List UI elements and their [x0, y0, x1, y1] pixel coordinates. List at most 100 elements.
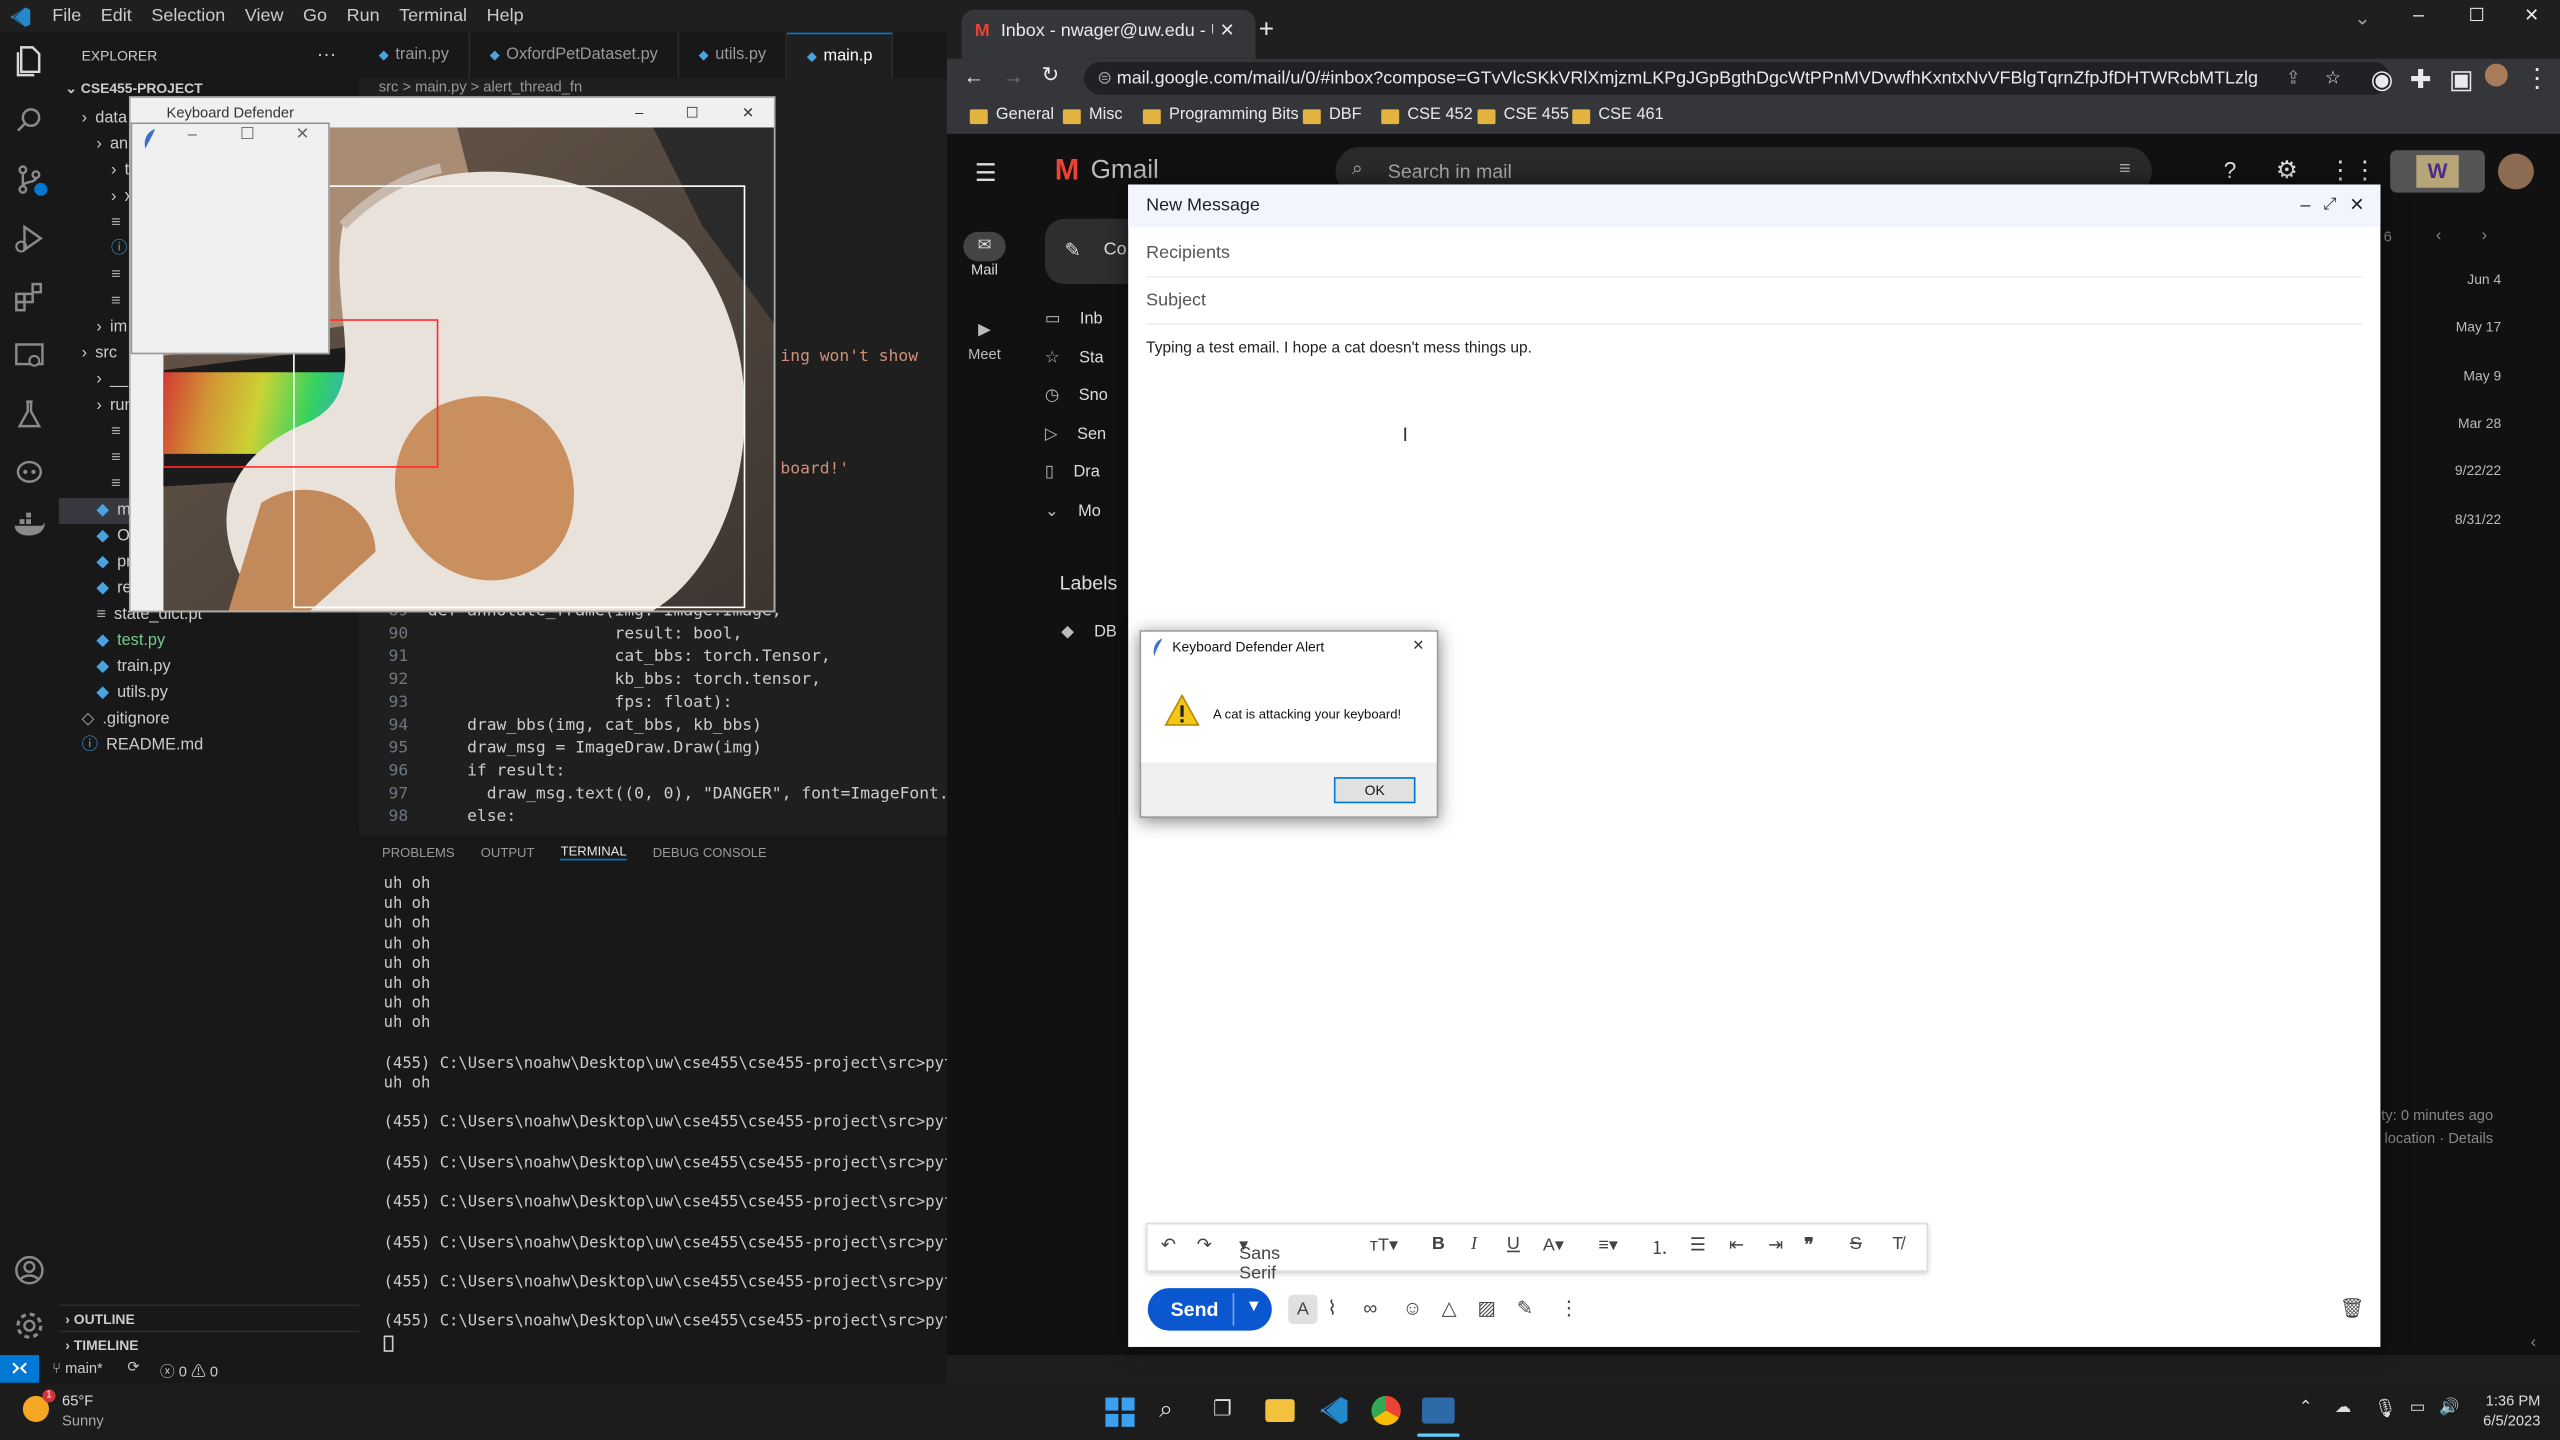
tab-close-icon[interactable]: ✕: [1220, 10, 1235, 52]
more-actions-icon[interactable]: ···: [317, 42, 337, 65]
extensions-puzzle-icon[interactable]: ✚: [2410, 64, 2432, 97]
email-date[interactable]: May 9: [2463, 367, 2501, 383]
menu-item[interactable]: Run: [337, 7, 390, 27]
file-explorer-icon[interactable]: [1265, 1399, 1295, 1423]
taskbar-search-icon[interactable]: ⌕: [1159, 1396, 1173, 1424]
problems-indicator[interactable]: ⓧ 0 ⚠ 0: [160, 1360, 218, 1381]
gmail-settings-icon[interactable]: ⚙: [2276, 155, 2298, 185]
menu-item[interactable]: Terminal: [389, 7, 476, 27]
clock-date[interactable]: 6/5/2023: [2462, 1412, 2540, 1428]
microphone-icon[interactable]: 🎙: [2374, 1398, 2397, 1419]
help-icon[interactable]: ?: [2224, 157, 2237, 183]
volume-icon[interactable]: 🔊: [2439, 1399, 2459, 1417]
bookmark-folder[interactable]: DBF: [1302, 103, 1362, 129]
menu-item[interactable]: File: [42, 7, 91, 27]
sync-icon[interactable]: ⟳: [127, 1358, 139, 1376]
editor-tab[interactable]: ◆ train.py: [359, 32, 471, 79]
python-app-taskbar-icon[interactable]: [1422, 1397, 1455, 1424]
insert-link-icon[interactable]: ∞: [1363, 1296, 1377, 1319]
breadcrumb[interactable]: src > main.py > alert_thread_fn: [379, 78, 582, 94]
tk-root-window[interactable]: – ☐ ✕: [130, 122, 330, 355]
branch-indicator[interactable]: ⑂ main*: [52, 1360, 102, 1376]
onedrive-icon[interactable]: ☁: [2335, 1399, 2351, 1417]
email-date[interactable]: Mar 28: [2458, 415, 2501, 431]
compose-fullscreen-button[interactable]: ⤢: [2323, 184, 2336, 226]
email-date[interactable]: 9/22/22: [2455, 462, 2501, 478]
compose-minimize-button[interactable]: –: [2300, 184, 2310, 226]
apps-grid-icon[interactable]: ⋮⋮: [2328, 155, 2377, 185]
subject-field[interactable]: Subject: [1146, 278, 2363, 325]
outline-section[interactable]: › OUTLINE: [58, 1304, 366, 1332]
underline-icon[interactable]: U: [1507, 1234, 1520, 1254]
attach-file-icon[interactable]: ⌇: [1327, 1296, 1337, 1319]
menu-item[interactable]: Go: [293, 7, 337, 27]
run-debug-icon[interactable]: [10, 219, 49, 258]
strikethrough-icon[interactable]: S: [1850, 1234, 1862, 1254]
next-page-button[interactable]: ›: [2482, 227, 2487, 245]
tree-item[interactable]: ◆ utils.py: [59, 681, 397, 707]
discard-draft-icon[interactable]: 🗑: [2340, 1296, 2365, 1319]
extension-icon[interactable]: ◉: [2371, 64, 2394, 97]
account-activity-details[interactable]: er location · Details: [2367, 1130, 2493, 1146]
copilot-icon[interactable]: [10, 451, 49, 490]
editor-tab[interactable]: ◆ main.p: [787, 32, 894, 80]
extensions-icon[interactable]: [10, 278, 49, 317]
font-select[interactable]: Sans Serif ▾: [1239, 1234, 1280, 1283]
testing-icon[interactable]: [10, 395, 49, 434]
bold-icon[interactable]: B: [1432, 1234, 1445, 1254]
gmail-avatar[interactable]: [2497, 153, 2534, 190]
address-bar[interactable]: ⊜ mail.google.com/mail/u/0/#inbox?compos…: [1084, 62, 2391, 95]
tree-item[interactable]: ◆test.pyU: [59, 629, 397, 655]
window-maximize-button[interactable]: ☐: [2469, 5, 2485, 27]
send-button[interactable]: Send ▼: [1147, 1288, 1272, 1331]
docker-icon[interactable]: [10, 506, 49, 545]
signature-icon[interactable]: ✎: [1517, 1296, 1533, 1319]
tab-search-icon[interactable]: ⌄: [2354, 7, 2370, 30]
chrome-tab-gmail[interactable]: M Inbox - nwager@uw.edu - UW M ✕: [961, 9, 1256, 59]
network-icon[interactable]: ▭: [2410, 1399, 2425, 1417]
ok-button[interactable]: OK: [1333, 777, 1416, 804]
small-close-button[interactable]: ✕: [296, 126, 310, 144]
small-maximize-button[interactable]: ☐: [240, 126, 255, 144]
maximize-button[interactable]: ☐: [686, 98, 699, 127]
editor-tab[interactable]: ◆ utils.py: [679, 32, 788, 79]
formatting-options-icon[interactable]: A: [1288, 1294, 1318, 1325]
email-body[interactable]: Typing a test email. I hope a cat doesn'…: [1146, 340, 1532, 358]
alert-titlebar[interactable]: Keyboard Defender Alert ✕: [1141, 631, 1437, 665]
bookmark-folder[interactable]: CSE 452: [1381, 103, 1473, 129]
label-item[interactable]: ◆ DB: [1061, 616, 1117, 645]
meet-nav[interactable]: ▶ Meet: [963, 317, 1012, 369]
mail-nav[interactable]: ✉ Mail: [963, 231, 1012, 284]
alert-close-button[interactable]: ✕: [1412, 637, 1424, 655]
menu-item[interactable]: Selection: [142, 7, 235, 27]
profile-avatar[interactable]: [2484, 63, 2508, 87]
send-options-icon[interactable]: ▼: [1246, 1298, 1262, 1316]
vscode-taskbar-icon[interactable]: [1319, 1396, 1348, 1425]
tree-item[interactable]: ◇ .gitignore: [59, 707, 382, 733]
new-tab-button[interactable]: +: [1259, 16, 1274, 45]
tree-item[interactable]: ◆ train.py: [59, 655, 397, 681]
side-panel-icon[interactable]: ▣: [2449, 64, 2474, 97]
folder-item[interactable]: ▯ Dra: [1045, 464, 1100, 493]
recipients-field[interactable]: Recipients: [1146, 230, 2363, 278]
redo-icon[interactable]: ↷: [1197, 1234, 1212, 1256]
show-hidden-icons[interactable]: ⌃: [2299, 1399, 2313, 1417]
search-options-icon[interactable]: ≡: [2119, 157, 2130, 180]
share-icon[interactable]: ⇪: [2286, 62, 2301, 95]
menu-item[interactable]: View: [235, 7, 293, 27]
window-close-button[interactable]: ✕: [2524, 5, 2539, 27]
panel-tab[interactable]: PROBLEMS: [382, 845, 455, 860]
italic-icon[interactable]: I: [1471, 1234, 1477, 1254]
clock-time[interactable]: 1:36 PM: [2462, 1393, 2541, 1409]
undo-icon[interactable]: ↶: [1161, 1234, 1176, 1256]
remote-explorer-icon[interactable]: [10, 336, 49, 375]
text-color-icon[interactable]: A▾: [1543, 1234, 1564, 1256]
email-date[interactable]: May 17: [2456, 319, 2502, 335]
menu-item[interactable]: Edit: [91, 7, 142, 27]
close-button[interactable]: ✕: [742, 98, 754, 127]
small-minimize-button[interactable]: –: [188, 126, 197, 144]
chrome-taskbar-icon[interactable]: [1371, 1395, 1401, 1426]
bookmark-folder[interactable]: CSE 455: [1477, 103, 1569, 129]
search-icon[interactable]: ⌕: [1352, 157, 1363, 181]
chrome-menu-icon[interactable]: ⋮: [2524, 62, 2550, 95]
